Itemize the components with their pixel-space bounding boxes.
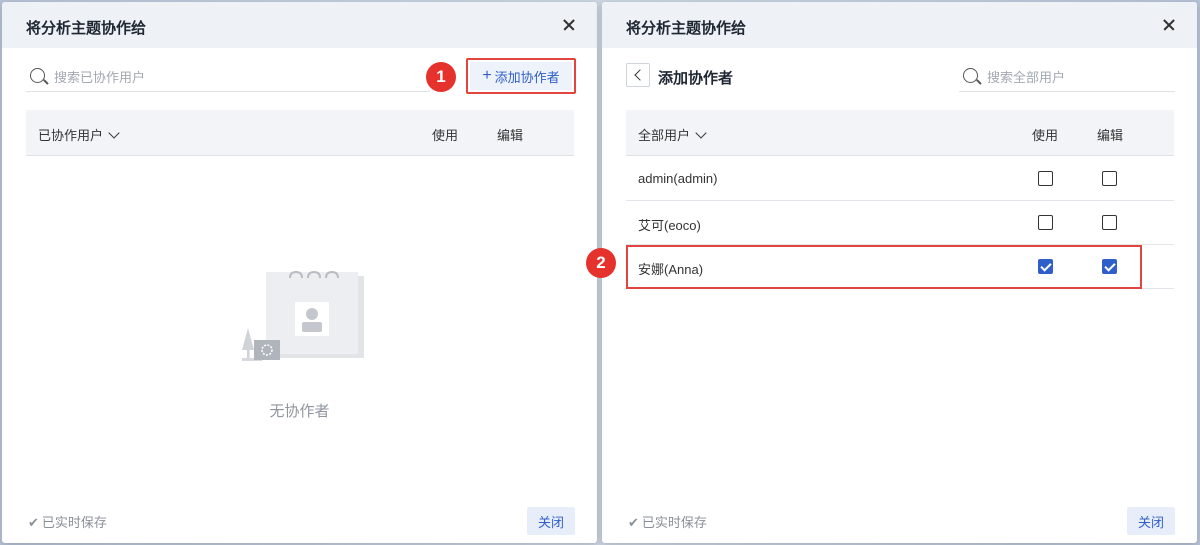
column-edit: 编辑	[1097, 128, 1124, 143]
add-collaborator-title: 添加协作者	[658, 70, 734, 87]
search-icon	[963, 68, 978, 83]
use-checkbox[interactable]	[1038, 215, 1053, 230]
add-collaborator-button[interactable]: + 添加协作者	[466, 58, 576, 94]
chevron-down-icon	[108, 127, 120, 139]
dialog-title: 将分析主题协作给	[626, 20, 747, 37]
empty-state-text: 无协作者	[269, 403, 330, 420]
step-badge-2: 2	[586, 248, 616, 278]
close-button[interactable]: 关闭	[1127, 507, 1175, 535]
collaborator-dialog-right: 将分析主题协作给 添加协作者 全部用户 使用 编辑 admin(admin) 艾…	[602, 2, 1197, 543]
search-collaborated-users	[26, 62, 430, 92]
dialog-title: 将分析主题协作给	[26, 20, 147, 37]
close-button[interactable]: 关闭	[527, 507, 575, 535]
table-row: admin(admin)	[626, 157, 1174, 201]
empty-calendar-illustration	[242, 270, 364, 361]
step-badge-1: 1	[426, 62, 456, 92]
saved-status: ✔ 已实时保存	[28, 515, 107, 530]
saved-status: ✔ 已实时保存	[628, 515, 707, 530]
close-icon[interactable]	[559, 15, 579, 35]
search-icon	[30, 68, 45, 83]
user-name: 安娜(Anna)	[638, 262, 704, 277]
collaborator-dialog-left: 将分析主题协作给 1 + 添加协作者 已协作用户 使用 编辑 无协作者 ✔已实时…	[2, 2, 597, 543]
use-checkbox[interactable]	[1038, 259, 1053, 274]
chevron-down-icon	[695, 127, 707, 139]
edit-checkbox[interactable]	[1102, 171, 1117, 186]
table-row: 艾可(eoco)	[626, 201, 1174, 245]
column-use: 使用	[1032, 128, 1059, 143]
add-collaborator-label: 添加协作者	[494, 69, 560, 85]
column-all-users[interactable]: 全部用户	[638, 125, 707, 144]
search-input[interactable]	[987, 66, 1171, 88]
table-row: 安娜(Anna)	[626, 245, 1174, 289]
user-name: 艾可(eoco)	[638, 218, 701, 233]
table-header: 全部用户 使用 编辑	[626, 110, 1174, 156]
column-edit: 编辑	[497, 128, 524, 143]
table-header: 已协作用户 使用 编辑	[26, 110, 574, 156]
dialog-header: 将分析主题协作给	[2, 2, 597, 48]
check-icon: ✔	[28, 515, 39, 530]
column-use: 使用	[432, 128, 459, 143]
plus-icon: +	[482, 67, 492, 84]
user-name: admin(admin)	[638, 171, 718, 186]
edit-checkbox[interactable]	[1102, 259, 1117, 274]
search-input[interactable]	[54, 66, 424, 88]
close-icon[interactable]	[1159, 15, 1179, 35]
column-collaborated-users[interactable]: 已协作用户	[38, 125, 120, 144]
edit-checkbox[interactable]	[1102, 215, 1117, 230]
search-all-users	[959, 62, 1175, 92]
check-icon: ✔	[628, 515, 639, 530]
dialog-header: 将分析主题协作给	[602, 2, 1197, 48]
back-button[interactable]	[626, 63, 650, 87]
use-checkbox[interactable]	[1038, 171, 1053, 186]
